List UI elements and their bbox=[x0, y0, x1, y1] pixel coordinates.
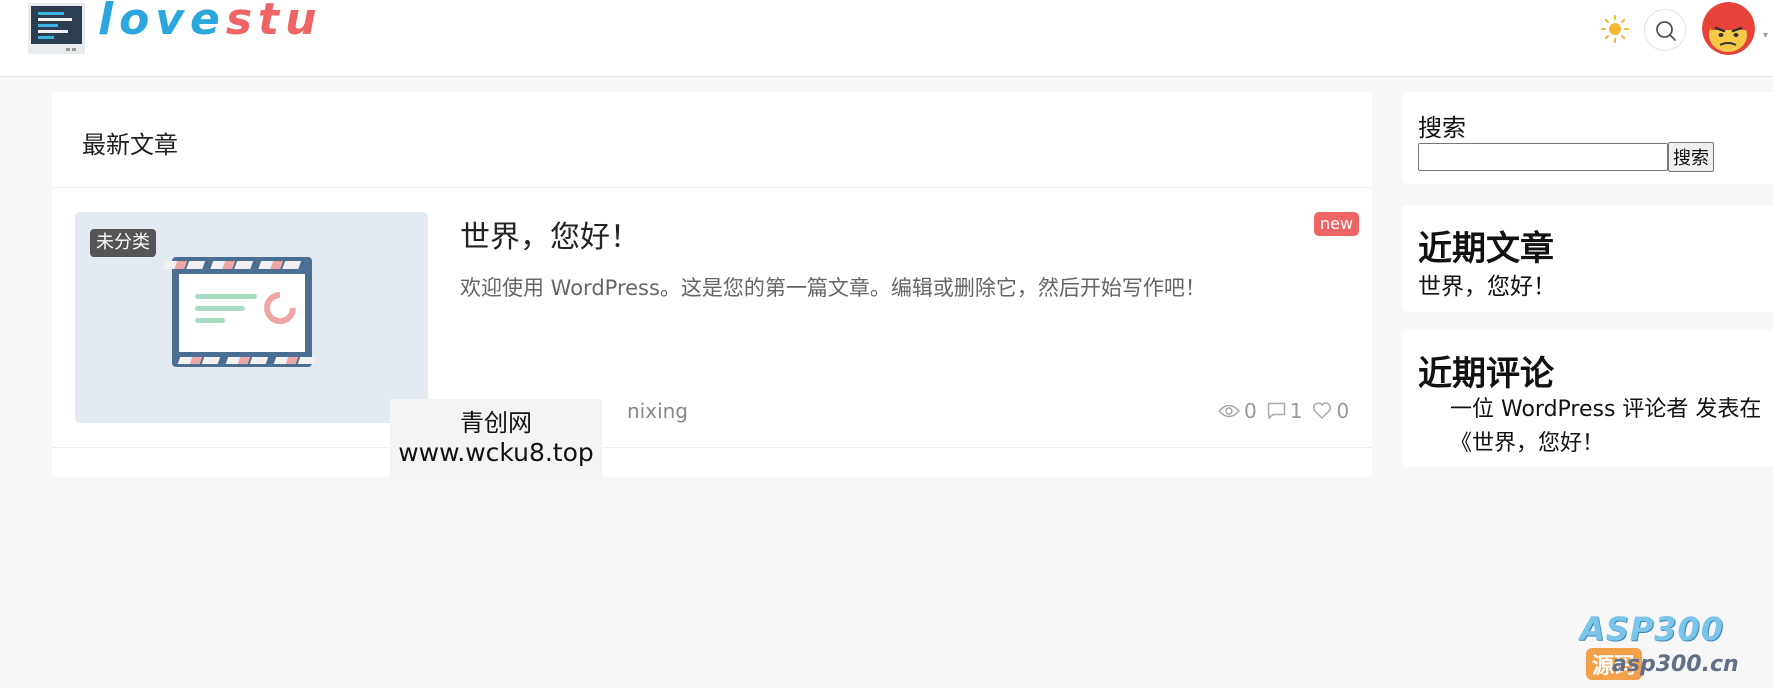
likes-stat[interactable]: 0 bbox=[1312, 399, 1349, 423]
watermark-line2: www.wcku8.top bbox=[398, 438, 594, 467]
recent-comments-title: 近期评论 bbox=[1418, 354, 1554, 394]
chevron-down-icon[interactable]: ▾ bbox=[1763, 30, 1768, 41]
watermark-line1: 青创网 bbox=[460, 409, 532, 437]
eye-icon bbox=[1218, 404, 1240, 418]
post-stats: 0 1 0 bbox=[1218, 399, 1355, 423]
comment-author-link[interactable]: 一位 WordPress 评论者 bbox=[1450, 397, 1688, 422]
avatar[interactable] bbox=[1702, 2, 1755, 55]
site-header: lovestu ▾ bbox=[0, 0, 1773, 77]
post-title[interactable]: 世界，您好！ bbox=[460, 212, 640, 256]
divider bbox=[52, 187, 1372, 188]
logo-text-part1: love bbox=[98, 0, 226, 45]
category-badge[interactable]: 未分类 bbox=[90, 229, 156, 257]
watermark-overlay: 青创网 www.wcku8.top bbox=[390, 399, 602, 479]
recent-post-link[interactable]: 世界，您好！ bbox=[1418, 267, 1556, 301]
post-author[interactable]: nixing bbox=[627, 399, 688, 423]
comments-count: 1 bbox=[1289, 399, 1303, 423]
recent-comments-widget: 近期评论 一位 WordPress 评论者 发表在《世界，您好！ bbox=[1402, 330, 1773, 467]
comment-post-link[interactable]: 世界，您好！ bbox=[1472, 431, 1604, 456]
search-input[interactable] bbox=[1418, 143, 1668, 171]
search-widget-label: 搜索 bbox=[1418, 114, 1466, 142]
header-search-button[interactable] bbox=[1644, 9, 1686, 51]
section-title: 最新文章 bbox=[82, 131, 178, 159]
recent-posts-widget: 近期文章 世界，您好！ bbox=[1402, 205, 1773, 312]
logo-icon[interactable] bbox=[28, 3, 85, 54]
heart-icon bbox=[1313, 402, 1332, 419]
post-thumbnail[interactable]: 未分类 bbox=[75, 212, 428, 423]
search-icon bbox=[1656, 21, 1676, 41]
recent-posts-title: 近期文章 bbox=[1418, 229, 1554, 269]
divider bbox=[52, 447, 1372, 448]
recent-comment-item: 一位 WordPress 评论者 发表在《世界，您好！ bbox=[1450, 393, 1773, 461]
search-submit-button[interactable]: 搜索 bbox=[1668, 142, 1714, 172]
comment-icon bbox=[1267, 402, 1285, 419]
asp300-url: asp300.cn bbox=[1612, 652, 1739, 677]
site-logo[interactable]: lovestu bbox=[98, 0, 322, 45]
new-badge: new bbox=[1314, 212, 1360, 236]
views-stat: 0 bbox=[1218, 399, 1257, 423]
views-count: 0 bbox=[1244, 399, 1257, 423]
logo-text-part2: stu bbox=[225, 0, 323, 45]
post-excerpt: 欢迎使用 WordPress。这是您的第一篇文章。编辑或删除它，然后开始写作吧！ bbox=[460, 276, 1206, 300]
likes-count: 0 bbox=[1336, 399, 1350, 423]
search-widget: 搜索 搜索 bbox=[1402, 92, 1773, 184]
asp300-brand: ASP300 bbox=[1580, 610, 1725, 648]
sun-icon[interactable] bbox=[1600, 14, 1630, 44]
comments-stat[interactable]: 1 bbox=[1267, 399, 1303, 423]
latest-posts-panel: 最新文章 未分类 世界，您好！ new 欢迎使用 WordPress。这是您的第… bbox=[52, 92, 1372, 477]
